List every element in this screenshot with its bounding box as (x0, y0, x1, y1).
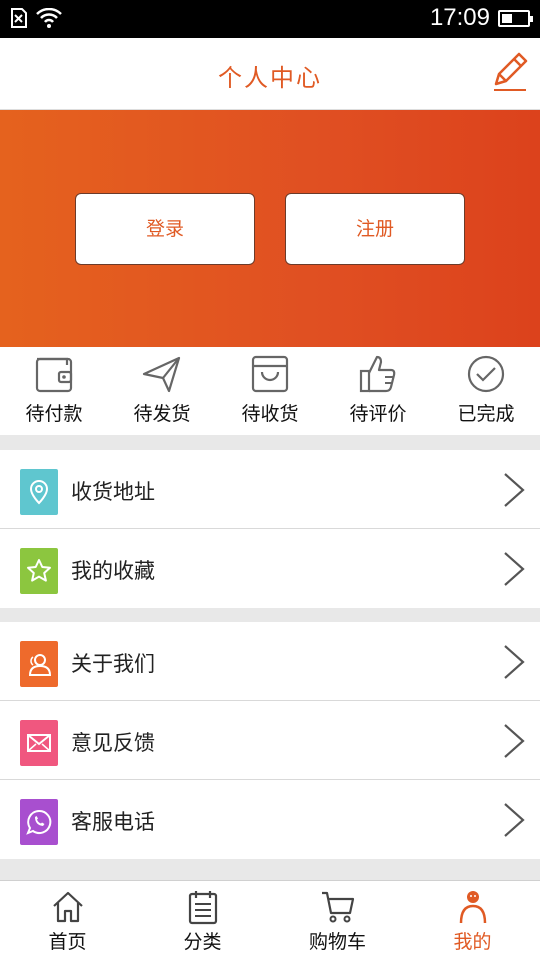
chevron-right-icon (504, 803, 525, 837)
row-label: 客服电话 (71, 810, 155, 834)
nav-mine[interactable]: 我的 (405, 881, 540, 960)
chevron-right-icon (504, 724, 525, 758)
register-button[interactable]: 注册 (285, 193, 465, 265)
order-pending-receipt[interactable]: 待收货 (216, 347, 324, 435)
order-label: 待评价 (349, 403, 407, 425)
login-button[interactable]: 登录 (75, 193, 255, 265)
order-pending-payment[interactable]: 待付款 (0, 347, 108, 435)
page: 17:09 个人中心 登录 注册 待付款 待发货 待收货 待评价 已完成 收货地… (0, 0, 540, 960)
nav-label: 购物车 (308, 931, 366, 953)
pencil-icon (494, 52, 528, 91)
order-pending-review[interactable]: 待评价 (324, 347, 432, 435)
home-icon (52, 891, 83, 923)
header: 个人中心 (0, 38, 540, 110)
sim-error-icon (10, 8, 28, 32)
order-status-bar: 待付款 待发货 待收货 待评价 已完成 (0, 347, 540, 435)
chevron-right-icon (504, 645, 525, 679)
chevron-right-icon (504, 552, 525, 586)
order-label: 待付款 (25, 403, 83, 425)
nav-label: 首页 (48, 931, 87, 953)
status-bar: 17:09 (0, 0, 540, 38)
users-icon (20, 641, 58, 687)
thumbs-up-icon (359, 355, 396, 393)
nav-label: 我的 (453, 931, 492, 953)
check-circle-icon (467, 355, 505, 393)
row-label: 意见反馈 (71, 731, 155, 755)
order-pending-shipment[interactable]: 待发货 (108, 347, 216, 435)
paper-plane-icon (142, 356, 181, 393)
chevron-right-icon (504, 473, 525, 507)
status-time: 17:09 (429, 4, 490, 31)
person-icon (459, 891, 486, 924)
profile-banner: 登录 注册 (0, 110, 540, 347)
page-title: 个人中心 (218, 64, 322, 92)
nav-home[interactable]: 首页 (0, 881, 135, 960)
order-completed[interactable]: 已完成 (432, 347, 540, 435)
list-group-1: 收货地址 我的收藏 (0, 450, 540, 608)
order-label: 待收货 (241, 403, 299, 425)
phone-bubble-icon (20, 799, 58, 845)
cart-icon (321, 891, 354, 923)
wallet-icon (35, 357, 73, 393)
box-icon (251, 355, 289, 393)
row-about[interactable]: 关于我们 (0, 622, 540, 701)
bottom-nav: 首页 分类 购物车 我的 (0, 880, 540, 960)
star-icon (20, 548, 58, 594)
row-address[interactable]: 收货地址 (0, 450, 540, 529)
row-favorites[interactable]: 我的收藏 (0, 529, 540, 608)
nav-category[interactable]: 分类 (135, 881, 270, 960)
row-feedback[interactable]: 意见反馈 (0, 701, 540, 780)
nav-cart[interactable]: 购物车 (270, 881, 405, 960)
calendar-list-icon (188, 891, 217, 925)
order-label: 待发货 (133, 403, 191, 425)
wifi-icon (36, 7, 62, 32)
row-label: 我的收藏 (71, 559, 155, 583)
row-label: 关于我们 (71, 652, 155, 676)
row-service[interactable]: 客服电话 (0, 780, 540, 859)
row-label: 收货地址 (71, 480, 155, 504)
location-pin-icon (20, 469, 58, 515)
list-group-2: 关于我们 意见反馈 客服电话 (0, 622, 540, 859)
envelope-icon (20, 720, 58, 766)
edit-button[interactable] (488, 50, 532, 94)
order-label: 已完成 (457, 403, 515, 425)
nav-label: 分类 (183, 931, 222, 953)
battery-icon (498, 10, 533, 27)
